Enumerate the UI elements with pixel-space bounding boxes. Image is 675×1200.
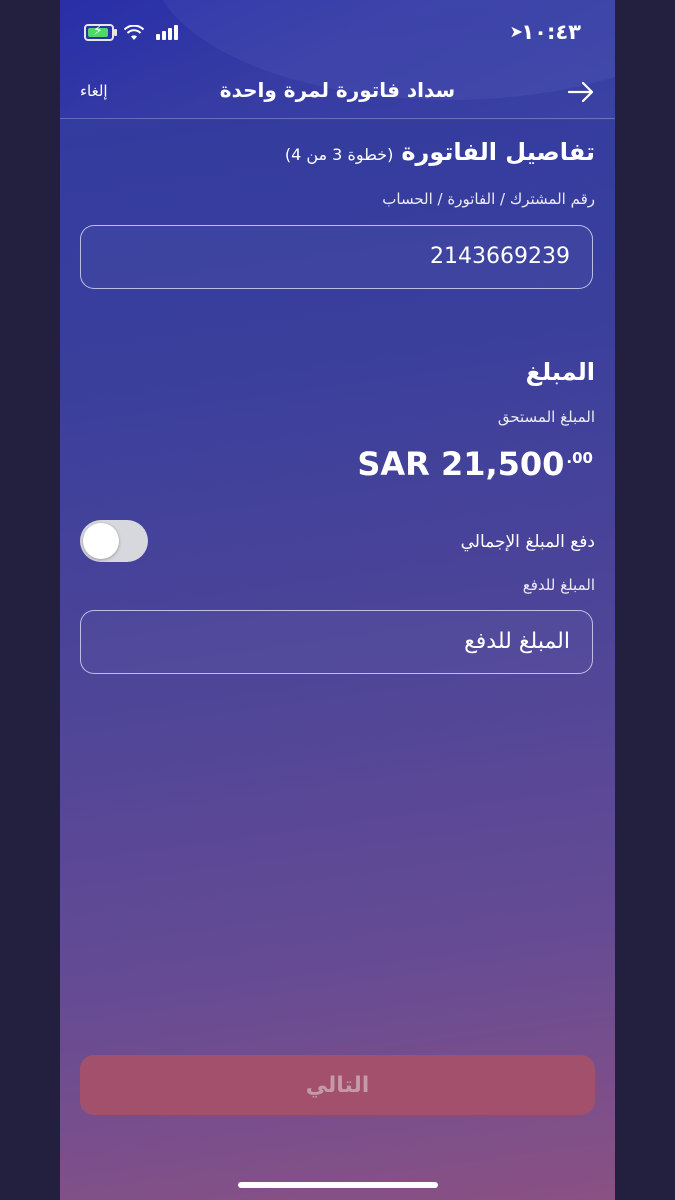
- home-indicator: [238, 1182, 438, 1188]
- next-button[interactable]: التالي: [80, 1055, 595, 1115]
- amount-due-label: المبلغ المستحق: [497, 408, 595, 426]
- pay-total-label: دفع المبلغ الإجمالي: [460, 532, 595, 552]
- pay-total-toggle[interactable]: [80, 520, 148, 562]
- app-screen: ⚡ ➤ ١٠:٤٣ إلغاء سداد فاتورة لمرة واحدة ت…: [60, 0, 615, 1200]
- pay-amount-placeholder: المبلغ للدفع: [464, 629, 570, 654]
- bill-details-title: تفاصيل الفاتورة (خطوة 3 من 4): [285, 138, 595, 166]
- step-indicator: (خطوة 3 من 4): [284, 145, 394, 164]
- amount-due-decimals: .00: [566, 449, 593, 467]
- status-bar: ⚡ ➤ ١٠:٤٣: [60, 0, 615, 64]
- battery-charging-icon: ⚡: [84, 23, 117, 41]
- account-number-value: 2143669239: [430, 244, 570, 269]
- amount-section-title: المبلغ: [525, 358, 595, 386]
- amount-due-value: SAR 21,500.00: [357, 445, 593, 483]
- account-number-field[interactable]: 2143669239: [80, 225, 593, 289]
- bill-details-heading: تفاصيل الفاتورة: [401, 138, 595, 166]
- page-title: سداد فاتورة لمرة واحدة: [219, 78, 456, 102]
- pay-amount-label: المبلغ للدفع: [522, 576, 595, 594]
- signal-icon: [156, 24, 178, 40]
- amount-due-main: SAR 21,500: [357, 445, 565, 483]
- status-time: ١٠:٤٣: [521, 20, 581, 44]
- pay-amount-field[interactable]: المبلغ للدفع: [80, 610, 593, 674]
- nav-header: إلغاء سداد فاتورة لمرة واحدة: [60, 64, 615, 119]
- arrow-right-icon[interactable]: [567, 74, 595, 112]
- toggle-knob: [83, 523, 119, 559]
- wifi-icon: [123, 22, 145, 46]
- account-label: رقم المشترك / الفاتورة / الحساب: [382, 190, 595, 208]
